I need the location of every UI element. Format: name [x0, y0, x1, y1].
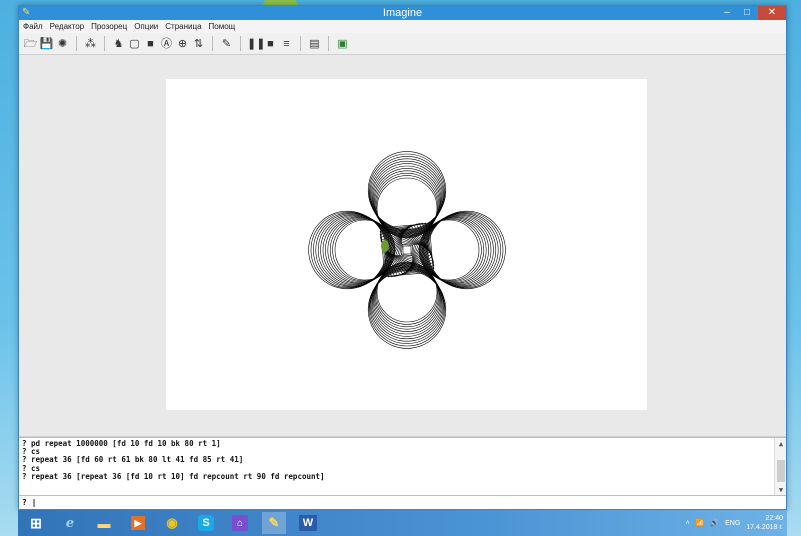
- close-button[interactable]: ✕: [758, 6, 786, 20]
- menu-window[interactable]: Прозорец: [91, 20, 127, 33]
- circle-arc: [367, 151, 447, 230]
- system-tray: ˄ 📶 🔊 ENG 22:40 17.4.2018 г.: [686, 510, 783, 536]
- toolbar-separator: [104, 36, 105, 51]
- network-icon[interactable]: 📶: [696, 519, 705, 527]
- toolbar-separator: [76, 36, 77, 51]
- clock[interactable]: 22:40 17.4.2018 г.: [746, 514, 783, 532]
- edit-turtle-icon[interactable]: ✎: [219, 36, 234, 52]
- internet-explorer-icon[interactable]: e: [58, 512, 82, 534]
- language-indicator[interactable]: ENG: [725, 520, 740, 527]
- spiral-square: [402, 245, 412, 255]
- maximize-button[interactable]: □: [738, 6, 756, 20]
- skype-icon[interactable]: S: [198, 515, 214, 531]
- drawing-page[interactable]: [166, 79, 647, 410]
- twitch-icon[interactable]: ⌂: [232, 515, 248, 531]
- pause-icon[interactable]: ❚❚: [247, 36, 265, 52]
- menu-editor[interactable]: Редактор: [50, 20, 84, 33]
- word-icon[interactable]: W: [299, 515, 317, 531]
- clock-date: 17.4.2018 г.: [746, 524, 783, 531]
- workspace: [19, 55, 786, 437]
- align-icon[interactable]: ⇅: [191, 36, 206, 52]
- title-bar[interactable]: ✎ Imagine – □ ✕: [19, 6, 786, 20]
- start-icon[interactable]: ⊞: [24, 512, 48, 534]
- menu-page[interactable]: Страница: [165, 20, 201, 33]
- show-hidden-icons-icon[interactable]: ˄: [686, 520, 690, 527]
- history-line: ? pd repeat 1000000 [fd 10 fd 10 bk 80 r…: [22, 439, 221, 448]
- taskbar: ⊞ e ▬ ▶ ◉ S ⌂ ✎ W ˄ 📶 🔊 ENG 22:40 17.4.2…: [18, 510, 787, 536]
- tree-view-icon[interactable]: ⁂: [83, 36, 98, 52]
- turtle-drawing: [308, 151, 506, 349]
- volume-icon[interactable]: 🔊: [710, 519, 719, 527]
- toolbar: 🗁 💾 ✺ ⁂ ♞ ▢ ■ Ⓐ ⊕ ⇅ ✎ ❚❚ ■ ≡ ▤ ▣: [19, 33, 786, 55]
- window-title: Imagine: [382, 7, 423, 19]
- toolbar-separator: [212, 36, 213, 51]
- scroll-down-icon[interactable]: ▼: [775, 486, 787, 494]
- open-folder-icon[interactable]: 🗁: [23, 36, 38, 52]
- menu-bar: Файл Редактор Прозорец Опции Страница По…: [19, 20, 786, 33]
- history-scrollbar[interactable]: ▲ ▼: [774, 438, 786, 496]
- clock-time: 22:40: [765, 515, 783, 522]
- memo-icon[interactable]: ▤: [307, 36, 322, 52]
- circle-arc: [427, 210, 506, 290]
- new-page-icon[interactable]: ▢: [127, 36, 142, 52]
- file-explorer-icon[interactable]: ▬: [92, 512, 116, 534]
- command-history: ? pd repeat 1000000 [fd 10 fd 10 bk 80 r…: [19, 437, 786, 496]
- menu-help[interactable]: Помощ: [209, 20, 236, 33]
- menu-options[interactable]: Опции: [134, 20, 158, 33]
- presentation-icon[interactable]: ▣: [335, 36, 350, 52]
- imagine-window: ✎ Imagine – □ ✕ Файл Редактор Прозорец О…: [18, 5, 787, 510]
- toolbar-separator: [328, 36, 329, 51]
- circle-arc: [367, 270, 447, 349]
- history-line: ? repeat 36 [fd 60 rt 61 bk 80 lt 41 fd …: [22, 455, 244, 465]
- imagine-icon[interactable]: ✎: [262, 512, 286, 534]
- circle-arc: [308, 210, 387, 290]
- media-player-icon[interactable]: ▶: [131, 516, 145, 530]
- new-text-icon[interactable]: Ⓐ: [159, 36, 174, 52]
- minimize-button[interactable]: –: [718, 6, 736, 20]
- chrome-icon[interactable]: ◉: [160, 512, 184, 534]
- history-line: ? repeat 36 [repeat 36 [fd 10 rt 10] fd …: [22, 471, 325, 481]
- scroll-thumb[interactable]: [777, 460, 785, 482]
- new-pane-icon[interactable]: ■: [143, 36, 158, 52]
- turtle-icon[interactable]: [381, 240, 389, 252]
- new-object-icon[interactable]: ⊕: [175, 36, 190, 52]
- save-icon[interactable]: 💾: [39, 36, 54, 52]
- turtle-tool-icon[interactable]: ✺: [55, 36, 70, 52]
- menu-file[interactable]: Файл: [23, 20, 43, 33]
- stop-icon[interactable]: ■: [263, 36, 278, 52]
- step-icon[interactable]: ≡: [279, 36, 294, 52]
- command-input[interactable]: ? |: [19, 495, 786, 509]
- new-turtle-icon[interactable]: ♞: [111, 36, 126, 52]
- toolbar-separator: [300, 36, 301, 51]
- toolbar-separator: [240, 36, 241, 51]
- scroll-up-icon[interactable]: ▲: [775, 440, 787, 448]
